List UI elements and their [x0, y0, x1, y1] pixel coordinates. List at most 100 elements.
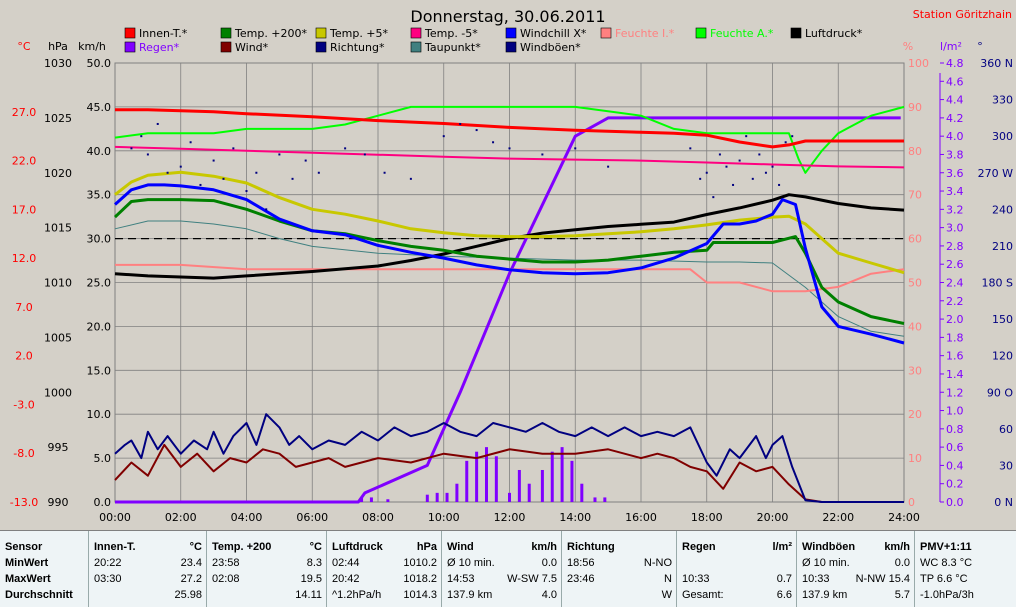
rain-bar: [494, 456, 498, 502]
stats-row: MaxWert: [5, 571, 84, 587]
stats-row: Regen l/m²: [682, 539, 792, 555]
tick-label-kmh: 15.0: [87, 364, 112, 377]
stats-cell: 02:44: [332, 557, 360, 569]
tick-label-direction: 90 O: [987, 386, 1013, 399]
tick-label-direction: 300: [992, 130, 1013, 143]
tick-label-percent: 0: [908, 496, 915, 509]
rain-bar: [435, 492, 439, 502]
stats-column: Windböen km/h Ø 10 min. 0.0 10:33 N-NW 15.4 13…: [796, 531, 914, 607]
legend-swatch-innen-t: [124, 27, 136, 39]
stats-cell: 25.98: [174, 589, 202, 601]
stats-column: Sensor MinWert MaxWert Durchschnitt: [0, 531, 88, 607]
stats-row: 23:46 N: [567, 571, 672, 587]
stats-column: Regen l/m² 10:33 0.7 Gesamt: 6.6: [676, 531, 796, 607]
tick-label-percent: 70: [908, 189, 922, 202]
tick-label-rain: 0.8: [946, 423, 964, 436]
tick-label-kmh: 5.0: [94, 452, 112, 465]
tick-label-time: 10:00: [428, 511, 460, 524]
tick-label-rain: 2.2: [946, 295, 964, 308]
tick-label-rain: 0.4: [946, 459, 964, 472]
stats-cell: 03:30: [94, 573, 122, 585]
stats-cell: 5.7: [894, 589, 910, 601]
stats-cell: PMV+1:11: [920, 541, 972, 553]
stats-row: Sensor: [5, 539, 84, 555]
stats-row: 10:33 N-NW 15.4: [802, 571, 910, 587]
tick-label-kmh: 35.0: [87, 189, 112, 202]
chart-title: Donnerstag, 30.06.2011: [410, 7, 605, 26]
stats-row: TP 6.6 °C: [920, 571, 1012, 587]
stats-cell: 1018.2: [403, 573, 437, 585]
stats-cell: 23:46: [567, 573, 595, 585]
tick-label-hpa: 1015: [44, 222, 72, 235]
tick-label-rain: 0.6: [946, 441, 964, 454]
tick-label-time: 22:00: [822, 511, 854, 524]
direction-point: [778, 183, 781, 186]
stats-row: -1.0hPa/3h: [920, 587, 1012, 603]
tick-label-rain: 1.0: [946, 405, 964, 418]
direction-point: [732, 183, 735, 186]
stats-cell: N-NO: [643, 557, 672, 569]
stats-cell: 14.11: [295, 589, 322, 601]
stats-row: Richtung: [567, 539, 672, 555]
legend-label-innen-t: Innen-T.*: [139, 27, 188, 40]
stats-cell: Sensor: [5, 541, 43, 553]
stats-cell: Temp. +200: [212, 541, 272, 553]
direction-point: [541, 153, 544, 156]
stats-cell: WC 8.3 °C: [920, 557, 973, 569]
stats-cell: N-NW 15.4: [855, 573, 910, 585]
legend-swatch-temp-5: [315, 27, 327, 39]
tick-label-direction: 0 N: [994, 496, 1013, 509]
direction-point: [508, 147, 511, 150]
stats-row: ^1.2hPa/h 1014.3: [332, 587, 437, 603]
stats-cell: 23.4: [180, 557, 202, 569]
direction-point: [492, 141, 495, 144]
stats-cell: Wind: [447, 541, 474, 553]
tick-label-percent: 10: [908, 452, 922, 465]
stats-cell: W-SW 7.5: [507, 573, 557, 585]
legend-swatch-temp-5: [410, 27, 422, 39]
rain-bar: [425, 494, 429, 502]
tick-label-time: 12:00: [494, 511, 526, 524]
legend-label-richtung: Richtung*: [330, 41, 385, 54]
direction-point: [383, 171, 386, 174]
axis-unit-hpa: hPa: [48, 40, 68, 53]
stats-cell: 0.7: [776, 573, 792, 585]
direction-point: [574, 147, 577, 150]
stats-cell: 0.0: [894, 557, 910, 569]
stats-cell: MaxWert: [5, 573, 51, 585]
tick-label-rain: 4.0: [946, 130, 964, 143]
direction-point: [189, 141, 192, 144]
direction-point: [725, 165, 728, 168]
direction-point: [718, 153, 721, 156]
rain-bar: [386, 499, 390, 502]
tick-label-rain: 3.4: [946, 185, 964, 198]
stats-cell: N: [664, 573, 672, 585]
tick-label-hpa: 995: [48, 441, 69, 454]
direction-point: [475, 129, 478, 132]
direction-point: [442, 135, 445, 138]
stats-cell: 20:22: [94, 557, 122, 569]
legend-label-feuchte-i: Feuchte I.*: [615, 27, 675, 40]
stats-cell: 10:33: [682, 573, 710, 585]
stats-cell: 8.3: [306, 557, 322, 569]
tick-label-rain: 2.4: [946, 277, 964, 290]
tick-label-hpa: 990: [48, 496, 69, 509]
stats-row: Ø 10 min. 0.0: [447, 555, 557, 571]
tick-label-direction: 210: [992, 240, 1013, 253]
stats-row: 10:33 0.7: [682, 571, 792, 587]
stats-row: PMV+1:11: [920, 539, 1012, 555]
tick-label-percent: 50: [908, 277, 922, 290]
direction-point: [304, 159, 307, 162]
stats-cell: ^1.2hPa/h: [332, 589, 382, 601]
stats-column: Richtung 18:56 N-NO 23:46 N W: [561, 531, 676, 607]
direction-point: [363, 153, 366, 156]
tick-label-percent: 80: [908, 145, 922, 158]
tick-label-kmh: 0.0: [94, 496, 112, 509]
stats-cell: Innen-T.: [94, 541, 136, 553]
stats-cell: 1010.2: [403, 557, 437, 569]
tick-label-hpa: 1025: [44, 112, 72, 125]
tick-label-celsius: 2.0: [15, 350, 33, 363]
direction-point: [212, 159, 215, 162]
tick-label-direction: 60: [999, 423, 1013, 436]
tick-label-kmh: 45.0: [87, 101, 112, 114]
